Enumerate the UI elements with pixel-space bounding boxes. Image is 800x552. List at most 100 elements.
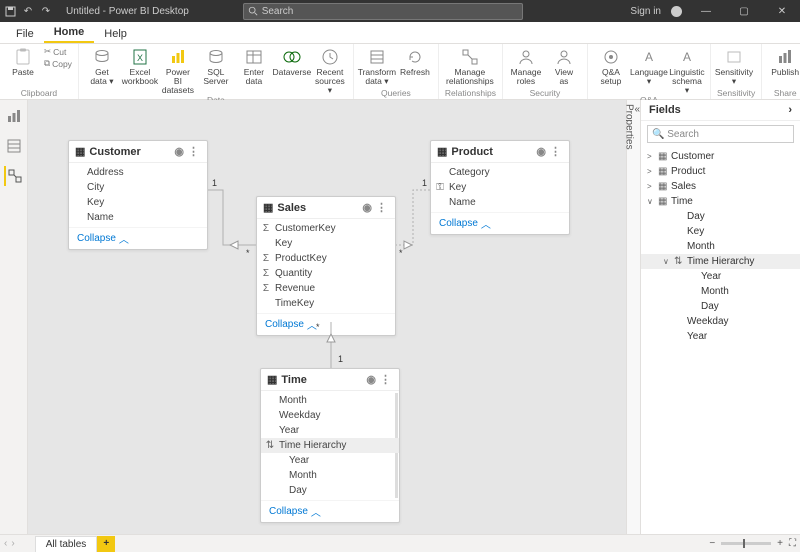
field-item[interactable]: Weekday [261,408,399,423]
save-icon[interactable] [4,5,16,17]
fields-tree-node[interactable]: >▦Product [641,164,800,179]
field-item[interactable]: Key [69,195,207,210]
dataverse-button[interactable]: Dataverse [275,46,309,77]
fields-tree-node[interactable]: >▦Customer [641,149,800,164]
recent-sources-button[interactable]: Recent sources ▾ [313,46,347,95]
zoom-slider[interactable] [721,542,771,545]
fields-tree-node[interactable]: ∨⇅Time Hierarchy [641,254,800,269]
field-item[interactable]: ΣQuantity [257,266,395,281]
fields-tree-node[interactable]: Weekday [641,314,800,329]
manage-relationships-button[interactable]: Manage relationships [445,46,495,86]
field-item[interactable]: Category [431,165,569,180]
manage-roles-button[interactable]: Manage roles [509,46,543,86]
fields-tree-node[interactable]: Month [641,284,800,299]
fields-tree-node[interactable]: Year [641,269,800,284]
language-button[interactable]: ALanguage ▾ [632,46,666,86]
field-item[interactable]: TimeKey [257,296,395,311]
qa-setup-button[interactable]: Q&A setup [594,46,628,86]
properties-pane-collapsed[interactable]: « Properties [626,100,640,534]
field-item[interactable]: ΣProductKey [257,251,395,266]
fields-tree-node[interactable]: Year [641,329,800,344]
visibility-icon[interactable]: ◉ [360,201,374,214]
menu-file[interactable]: File [6,25,44,43]
field-item[interactable]: Month [261,468,399,483]
relationship-line[interactable] [208,185,256,255]
field-item[interactable]: ⚿Key [431,180,569,195]
search-placeholder: Search [262,6,294,17]
field-item[interactable]: Key [257,236,395,251]
fields-tree-node[interactable]: ∨▦Time [641,194,800,209]
field-item[interactable]: Address [69,165,207,180]
node-type-icon: ▦ [658,151,668,162]
get-data-button[interactable]: Get data ▾ [85,46,119,86]
field-item[interactable]: Month [261,393,399,408]
close-button[interactable]: ✕ [768,6,796,17]
tab-nav-next[interactable]: › [11,538,14,549]
field-item[interactable]: Year [261,453,399,468]
sensitivity-button[interactable]: Sensitivity ▾ [717,46,751,86]
maximize-button[interactable]: ▢ [730,6,758,17]
data-view-icon[interactable] [4,136,24,156]
model-view-icon[interactable] [4,166,24,186]
field-item[interactable]: Day [261,483,399,498]
table-card-time[interactable]: ▦Time◉⋮ MonthWeekdayYear⇅Time HierarchyY… [260,368,400,523]
menu-home[interactable]: Home [44,23,95,43]
fit-to-screen-icon[interactable]: ⛶ [789,538,796,549]
undo-icon[interactable]: ↶ [22,5,34,17]
account-avatar-icon[interactable] [671,6,682,17]
table-card-sales[interactable]: ▦Sales◉⋮ ΣCustomerKeyKeyΣProductKeyΣQuan… [256,196,396,336]
visibility-icon[interactable]: ◉ [172,145,186,158]
more-icon[interactable]: ⋮ [378,373,393,386]
tab-nav-prev[interactable]: ‹ [4,538,7,549]
fields-tree-node[interactable]: Month [641,239,800,254]
signin-link[interactable]: Sign in [630,6,661,17]
global-search[interactable]: Search [243,3,523,20]
fields-tree-node[interactable]: Day [641,299,800,314]
more-icon[interactable]: ⋮ [548,145,563,158]
enter-data-button[interactable]: Enter data [237,46,271,86]
publish-button[interactable]: Publish [768,46,800,77]
relationship-line[interactable] [324,322,338,368]
relationship-line[interactable] [396,185,430,255]
collapse-link[interactable]: Collapse︿ [431,212,569,234]
fields-tree-node[interactable]: Key [641,224,800,239]
pbi-datasets-button[interactable]: Power BI datasets [161,46,195,95]
transform-data-button[interactable]: Transform data ▾ [360,46,394,86]
field-item[interactable]: Name [69,210,207,225]
fields-tree-node[interactable]: Day [641,209,800,224]
refresh-button[interactable]: Refresh [398,46,432,77]
redo-icon[interactable]: ↷ [40,5,52,17]
field-item[interactable]: Year [261,423,399,438]
menu-help[interactable]: Help [94,25,137,43]
chevron-right-icon[interactable]: › [788,104,792,116]
field-item[interactable]: City [69,180,207,195]
zoom-in-icon[interactable]: + [777,538,783,549]
field-item[interactable]: ΣRevenue [257,281,395,296]
report-view-icon[interactable] [4,106,24,126]
minimize-button[interactable]: — [692,6,720,17]
more-icon[interactable]: ⋮ [186,145,201,158]
more-icon[interactable]: ⋮ [374,201,389,214]
copy-button[interactable]: ⧉Copy [44,58,72,69]
field-item[interactable]: ΣCustomerKey [257,221,395,236]
model-canvas[interactable]: ▦Customer◉⋮ AddressCityKeyName Collapse︿… [28,100,626,534]
cut-button[interactable]: ✂Cut [44,46,72,57]
paste-button[interactable]: Paste [6,46,40,77]
table-card-customer[interactable]: ▦Customer◉⋮ AddressCityKeyName Collapse︿ [68,140,208,250]
sql-server-button[interactable]: SQL Server [199,46,233,86]
linguistic-schema-button[interactable]: ALinguistic schema ▾ [670,46,704,95]
fields-search[interactable]: 🔍 Search [647,125,794,143]
add-layout-tab[interactable]: + [97,536,115,552]
visibility-icon[interactable]: ◉ [364,373,378,386]
view-as-button[interactable]: View as [547,46,581,86]
field-item[interactable]: ⇅Time Hierarchy [261,438,399,453]
field-item[interactable]: Name [431,195,569,210]
visibility-icon[interactable]: ◉ [534,145,548,158]
zoom-out-icon[interactable]: − [709,538,715,549]
collapse-link[interactable]: Collapse︿ [69,227,207,249]
layout-tab-all-tables[interactable]: All tables [35,536,98,552]
excel-button[interactable]: XExcel workbook [123,46,157,86]
collapse-link[interactable]: Collapse︿ [261,500,399,522]
fields-tree-node[interactable]: >▦Sales [641,179,800,194]
table-card-product[interactable]: ▦Product◉⋮ Category⚿KeyName Collapse︿ [430,140,570,235]
